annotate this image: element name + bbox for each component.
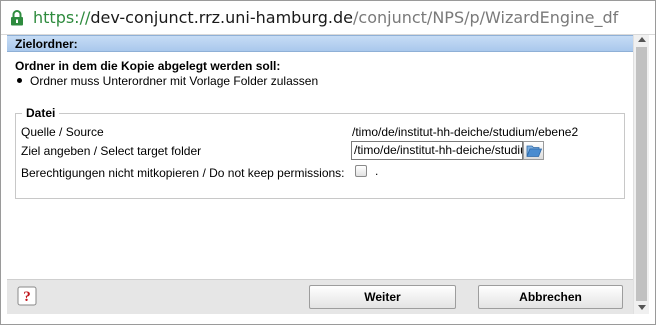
abbrechen-button[interactable]: Abbrechen <box>478 285 623 309</box>
url-scheme: https:// <box>33 8 91 27</box>
vertical-scrollbar[interactable] <box>633 35 649 314</box>
target-folder-input[interactable]: /timo/de/institut-hh-deiche/studium/eben… <box>351 141 523 160</box>
url-bar[interactable]: https://dev-conjunct.rrz.uni-hamburg.de/… <box>1 1 655 35</box>
permissions-checkbox[interactable] <box>355 165 367 177</box>
browse-folder-button[interactable] <box>523 141 544 160</box>
quelle-value: /timo/de/institut-hh-deiche/studium/eben… <box>352 125 579 139</box>
bullet-dot-icon <box>17 78 22 84</box>
browser-popup-window: https://dev-conjunct.rrz.uni-hamburg.de/… <box>0 0 656 325</box>
scroll-thumb[interactable] <box>636 47 647 301</box>
svg-text:?: ? <box>23 289 31 305</box>
dialog-footer: ? Weiter Abbrechen <box>7 279 633 314</box>
url-text[interactable]: https://dev-conjunct.rrz.uni-hamburg.de/… <box>33 7 618 29</box>
weiter-button[interactable]: Weiter <box>309 285 456 309</box>
scroll-down-arrow-icon[interactable] <box>638 305 646 310</box>
dialog-title: Zielordner: <box>15 37 78 51</box>
quelle-label: Quelle / Source <box>21 125 104 139</box>
scroll-up-arrow-icon[interactable] <box>638 37 646 42</box>
url-host: dev-conjunct.rrz.uni-hamburg.de <box>90 8 354 27</box>
permissions-label: Berechtigungen nicht mitkopieren / Do no… <box>21 166 345 180</box>
datei-legend: Datei <box>26 106 56 120</box>
lock-icon <box>11 10 23 26</box>
folder-open-icon <box>526 145 542 157</box>
help-icon[interactable]: ? <box>17 286 37 306</box>
dialog-content: Zielordner: Ordner in dem die Kopie abge… <box>1 35 633 314</box>
dialog-titlebar: Zielordner: <box>7 35 633 52</box>
bullet-text: Ordner muss Unterordner mit Vorlage Fold… <box>30 74 319 88</box>
instruction-bullet: Ordner muss Unterordner mit Vorlage Fold… <box>15 74 318 88</box>
instruction-heading: Ordner in dem die Kopie abgelegt werden … <box>15 59 281 73</box>
permissions-trailing-text: . <box>375 164 379 178</box>
ziel-label: Ziel angeben / Select target folder <box>21 144 202 158</box>
url-path: /conjunct/NPS/p/WizardEngine_df <box>353 8 619 27</box>
